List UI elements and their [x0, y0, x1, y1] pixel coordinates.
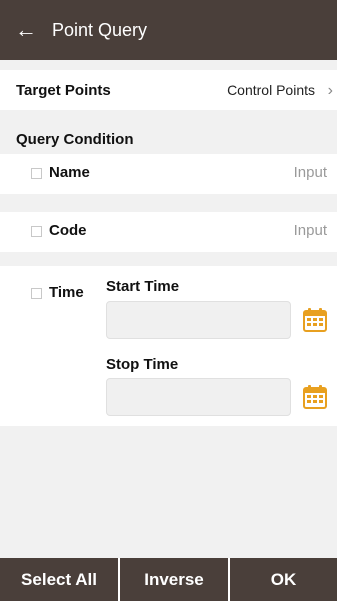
code-label: Code: [49, 222, 87, 239]
stop-time-label: Stop Time: [106, 356, 179, 373]
calendar-icon[interactable]: [302, 307, 328, 333]
start-time-label: Start Time: [106, 278, 180, 295]
code-input[interactable]: Input: [294, 222, 327, 239]
start-time-field[interactable]: [106, 301, 291, 339]
target-points-row[interactable]: Target Points Control Points ›: [0, 70, 337, 110]
name-label: Name: [49, 164, 90, 181]
time-label: Time: [49, 284, 84, 301]
arrow-left-icon: ←: [15, 17, 37, 42]
divider-band: [0, 194, 337, 212]
divider-band: [0, 60, 337, 70]
select-all-button[interactable]: Select All: [0, 558, 120, 601]
calendar-icon[interactable]: [302, 384, 328, 410]
divider-band: [0, 252, 337, 266]
bottom-action-bar: Select All Inverse OK: [0, 558, 337, 601]
query-condition-title: Query Condition: [16, 131, 134, 148]
name-condition-row: Name Input: [0, 154, 337, 194]
name-checkbox[interactable]: [31, 168, 42, 179]
time-checkbox[interactable]: [31, 288, 42, 299]
time-condition-block: Time Start Time Stop Time: [0, 266, 337, 426]
empty-area: [0, 426, 337, 558]
target-points-label: Target Points: [16, 81, 111, 99]
page-title: Point Query: [52, 20, 148, 40]
stop-time-field[interactable]: [106, 378, 291, 416]
inverse-button[interactable]: Inverse: [120, 558, 230, 601]
back-button[interactable]: ←: [10, 14, 42, 46]
ok-button[interactable]: OK: [230, 558, 337, 601]
code-condition-row: Code Input: [0, 212, 337, 252]
target-points-value[interactable]: Control Points: [227, 82, 315, 98]
chevron-right-icon: ›: [327, 82, 333, 99]
name-input[interactable]: Input: [294, 164, 327, 181]
app-header: ← Point Query: [0, 0, 337, 60]
code-checkbox[interactable]: [31, 226, 42, 237]
